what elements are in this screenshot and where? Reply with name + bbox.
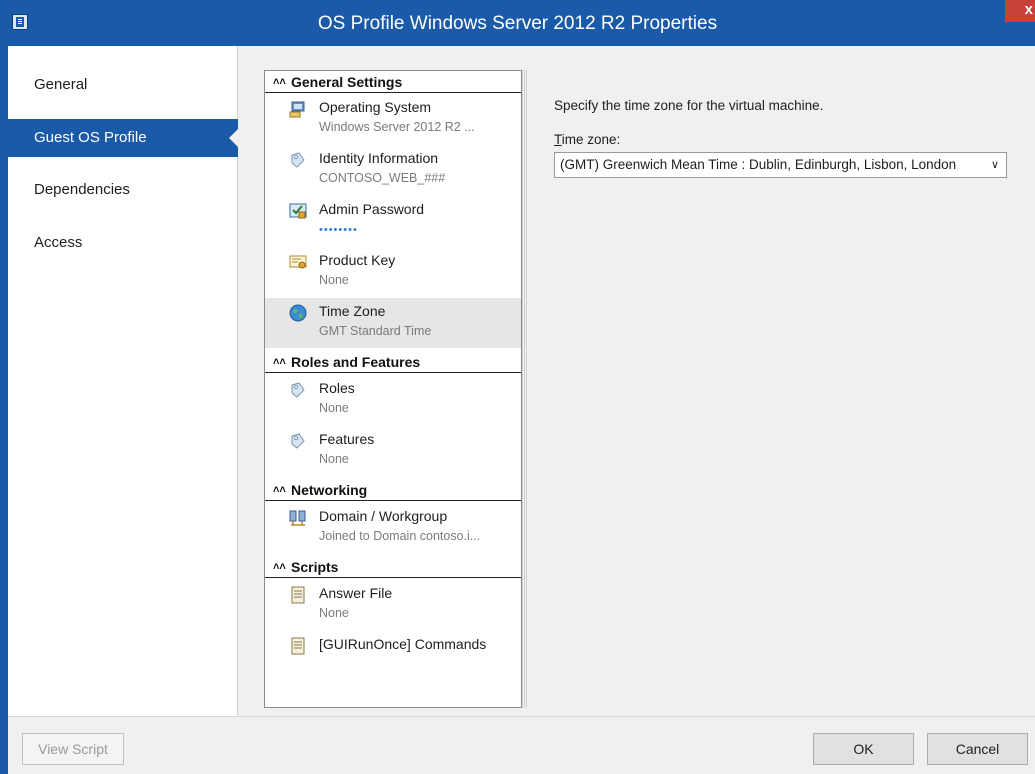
collapse-chevron-icon[interactable]: ˄˄ bbox=[273, 351, 286, 373]
tree-item-label: Identity Information bbox=[319, 150, 439, 166]
nav-item-label: Access bbox=[34, 234, 83, 251]
tree-item-time-zone[interactable]: Time Zone GMT Standard Time bbox=[265, 298, 521, 348]
features-icon bbox=[291, 433, 305, 449]
tree-item-value: Windows Server 2012 R2 ... bbox=[319, 120, 475, 134]
chevron-down-icon[interactable]: ∨ bbox=[984, 153, 1006, 177]
section-networking[interactable]: ˄˄ Networking bbox=[265, 479, 521, 501]
tree-item-operating-system[interactable]: Operating System Windows Server 2012 R2 … bbox=[265, 94, 521, 144]
tree-item-value: None bbox=[319, 401, 349, 415]
view-script-button[interactable]: View Script bbox=[22, 733, 124, 765]
timezone-label-text: ime zone: bbox=[561, 132, 621, 147]
section-general-settings[interactable]: ˄˄ General Settings bbox=[265, 71, 521, 93]
tree-item-label: Answer File bbox=[319, 585, 393, 601]
nav-item-label: General bbox=[34, 76, 88, 93]
tree-item-domain-workgroup[interactable]: Domain / Workgroup Joined to Domain cont… bbox=[265, 503, 521, 553]
collapse-chevron-icon[interactable]: ˄˄ bbox=[273, 479, 286, 501]
button-bar: View Script OK Cancel bbox=[8, 716, 1035, 774]
identity-icon bbox=[291, 152, 305, 168]
tree-item-value: CONTOSO_WEB_### bbox=[319, 171, 446, 185]
commands-icon bbox=[291, 637, 305, 655]
tree-item-label: Admin Password bbox=[319, 201, 425, 217]
globe-icon bbox=[289, 304, 307, 322]
nav-item-guest-os-profile[interactable]: Guest OS Profile bbox=[8, 119, 239, 157]
tree-item-guirunonce-commands[interactable]: [GUIRunOnce] Commands bbox=[265, 631, 521, 681]
timezone-selected-value: (GMT) Greenwich Mean Time : Dublin, Edin… bbox=[560, 157, 957, 172]
client-area: General Guest OS Profile Dependencies Ac… bbox=[8, 46, 1035, 774]
product-key-icon bbox=[289, 255, 307, 269]
section-title: General Settings bbox=[291, 74, 403, 90]
timezone-label-accelerator: T bbox=[554, 132, 562, 147]
tree-item-label: Features bbox=[319, 431, 375, 447]
close-button[interactable]: x bbox=[1005, 0, 1035, 22]
roles-icon bbox=[291, 382, 305, 398]
password-icon bbox=[289, 203, 307, 219]
title-bar[interactable]: OS Profile Windows Server 2012 R2 Proper… bbox=[0, 0, 1035, 46]
nav-item-dependencies[interactable]: Dependencies bbox=[8, 171, 238, 209]
tree-item-label: Roles bbox=[319, 380, 355, 396]
collapse-chevron-icon[interactable]: ˄˄ bbox=[273, 556, 286, 578]
ok-button[interactable]: OK bbox=[813, 733, 914, 765]
tree-item-label: Product Key bbox=[319, 252, 396, 268]
detail-panel: Specify the time zone for the virtual ma… bbox=[532, 70, 1035, 716]
section-roles-and-features[interactable]: ˄˄ Roles and Features bbox=[265, 351, 521, 373]
operating-system-icon bbox=[289, 101, 305, 118]
tree-item-roles[interactable]: Roles None bbox=[265, 375, 521, 425]
properties-window: OS Profile Windows Server 2012 R2 Proper… bbox=[0, 0, 1035, 774]
window-title: OS Profile Windows Server 2012 R2 Proper… bbox=[317, 13, 718, 34]
nav-item-general[interactable]: General bbox=[8, 66, 238, 104]
tree-item-value: None bbox=[319, 606, 349, 620]
section-scripts[interactable]: ˄˄ Scripts bbox=[265, 556, 521, 578]
tree-item-identity-information[interactable]: Identity Information CONTOSO_WEB_### bbox=[265, 145, 521, 195]
tree-item-features[interactable]: Features None bbox=[265, 426, 521, 476]
tree-item-value: None bbox=[319, 273, 349, 287]
section-title: Roles and Features bbox=[291, 354, 421, 370]
section-title: Networking bbox=[291, 482, 368, 498]
settings-tree: ˄˄ General Settings Operating System Win… bbox=[264, 70, 528, 708]
tree-item-value: None bbox=[319, 452, 349, 466]
tree-item-label: [GUIRunOnce] Commands bbox=[319, 636, 487, 652]
cancel-button[interactable]: Cancel bbox=[927, 733, 1028, 765]
tree-item-value: Joined to Domain contoso.i... bbox=[319, 529, 481, 543]
answer-file-icon bbox=[291, 586, 305, 604]
tree-item-answer-file[interactable]: Answer File None bbox=[265, 580, 521, 630]
tree-item-label: Time Zone bbox=[319, 303, 386, 319]
domain-icon bbox=[289, 510, 306, 526]
detail-description: Specify the time zone for the virtual ma… bbox=[554, 98, 824, 113]
tree-item-value: •••••••• bbox=[319, 224, 358, 236]
timezone-select[interactable]: (GMT) Greenwich Mean Time : Dublin, Edin… bbox=[554, 152, 1007, 178]
nav-item-label: Dependencies bbox=[34, 181, 130, 198]
nav-item-label: Guest OS Profile bbox=[34, 129, 147, 146]
tree-item-label: Domain / Workgroup bbox=[319, 508, 448, 524]
nav-item-access[interactable]: Access bbox=[8, 224, 238, 262]
selection-arrow-icon bbox=[229, 128, 239, 148]
section-title: Scripts bbox=[291, 559, 339, 575]
tree-item-value: GMT Standard Time bbox=[319, 324, 432, 338]
panel-splitter[interactable] bbox=[521, 70, 528, 708]
tree-item-label: Operating System bbox=[319, 99, 432, 115]
left-nav: General Guest OS Profile Dependencies Ac… bbox=[8, 46, 239, 716]
tree-item-admin-password[interactable]: Admin Password •••••••• bbox=[265, 196, 521, 246]
timezone-label: Time zone: bbox=[554, 132, 620, 147]
collapse-chevron-icon[interactable]: ˄˄ bbox=[273, 71, 286, 93]
tree-item-product-key[interactable]: Product Key None bbox=[265, 247, 521, 297]
